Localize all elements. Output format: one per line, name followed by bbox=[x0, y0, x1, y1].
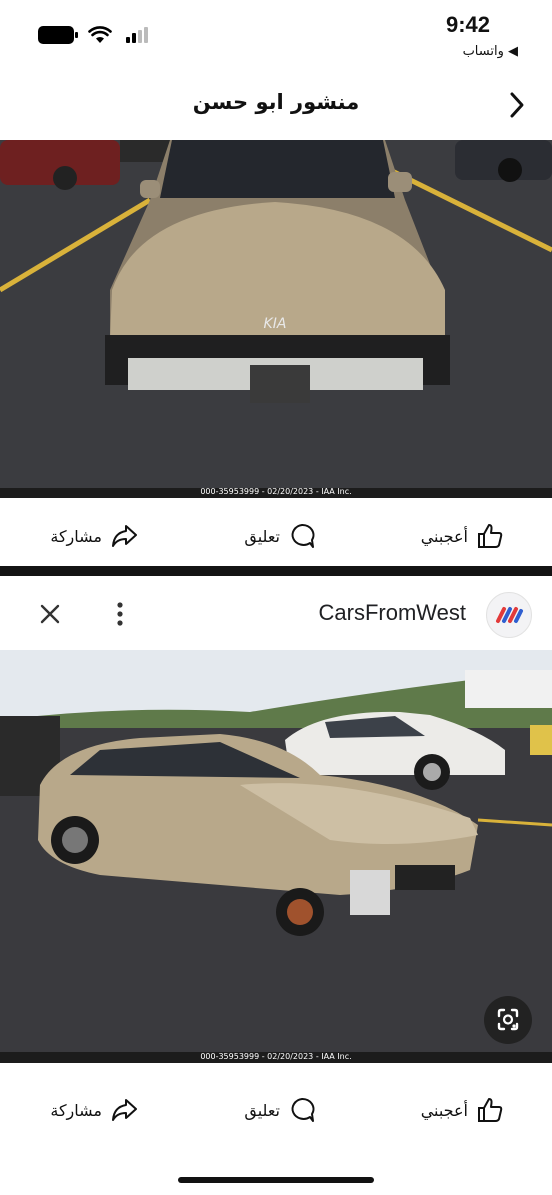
share-button[interactable]: مشاركة bbox=[50, 522, 138, 550]
like-label: أعجبني bbox=[420, 1100, 468, 1120]
share-button[interactable]: مشاركة bbox=[50, 1096, 138, 1124]
signal-icon bbox=[126, 27, 148, 43]
status-bar: 9:42 ◀ واتساب bbox=[0, 0, 552, 72]
thumbs-up-icon bbox=[478, 1098, 503, 1122]
source-name[interactable]: CarsFromWest bbox=[319, 600, 467, 626]
photo-caption: 000-35953999 - 02/20/2023 - IAA Inc. bbox=[200, 487, 352, 496]
post-header: منشور ابو حسن bbox=[0, 80, 552, 130]
section-divider bbox=[0, 566, 552, 576]
battery-icon bbox=[38, 26, 78, 44]
post-photo-front[interactable]: KIA 000-35953999 - 02/20/2023 - IAA Inc. bbox=[0, 140, 552, 498]
share-arrow-icon bbox=[112, 525, 137, 547]
page-title: منشور ابو حسن bbox=[192, 90, 360, 114]
wifi-icon bbox=[88, 26, 112, 43]
source-photo-caption: 000-35953999 - 02/20/2023 - IAA Inc. bbox=[200, 1052, 352, 1061]
source-card-header: CarsFromWest bbox=[0, 576, 552, 650]
more-vertical-icon[interactable] bbox=[112, 600, 128, 628]
home-indicator[interactable] bbox=[178, 1177, 374, 1183]
like-button[interactable]: أعجبني bbox=[421, 522, 504, 550]
screen: 9:42 ◀ واتساب منشور ابو حسن KIA 000-3595… bbox=[0, 0, 552, 1195]
comment-bubble-icon bbox=[291, 1097, 315, 1122]
comment-bubble-icon bbox=[291, 523, 315, 548]
share-label: مشاركة bbox=[50, 526, 102, 546]
thumbs-up-icon bbox=[478, 524, 503, 548]
like-button[interactable]: أعجبني bbox=[421, 1096, 504, 1124]
close-icon[interactable] bbox=[38, 602, 62, 626]
source-post-actions: أعجبني تعليق مشاركة bbox=[0, 1088, 552, 1132]
comment-button[interactable]: تعليق bbox=[244, 522, 316, 550]
comment-button[interactable]: تعليق bbox=[244, 1096, 316, 1124]
car-side-illustration bbox=[0, 650, 552, 1063]
svg-text:KIA: KIA bbox=[264, 316, 287, 332]
source-photo-side[interactable]: 000-35953999 - 02/20/2023 - IAA Inc. bbox=[0, 650, 552, 1063]
status-icons bbox=[38, 26, 150, 44]
lens-icon bbox=[497, 1008, 519, 1031]
source-logo-icon bbox=[486, 592, 532, 638]
like-label: أعجبني bbox=[420, 526, 468, 546]
back-chevron-icon[interactable] bbox=[502, 88, 530, 122]
post-actions: أعجبني تعليق مشاركة bbox=[0, 514, 552, 558]
back-to-app-link[interactable]: ◀ واتساب bbox=[463, 44, 518, 59]
car-front-illustration: KIA bbox=[0, 140, 552, 498]
visual-search-button[interactable] bbox=[484, 996, 532, 1044]
share-label: مشاركة bbox=[50, 1100, 102, 1120]
comment-label: تعليق bbox=[244, 1100, 280, 1120]
clock: 9:42 bbox=[445, 12, 490, 37]
comment-label: تعليق bbox=[244, 526, 280, 546]
share-arrow-icon bbox=[112, 1099, 137, 1121]
